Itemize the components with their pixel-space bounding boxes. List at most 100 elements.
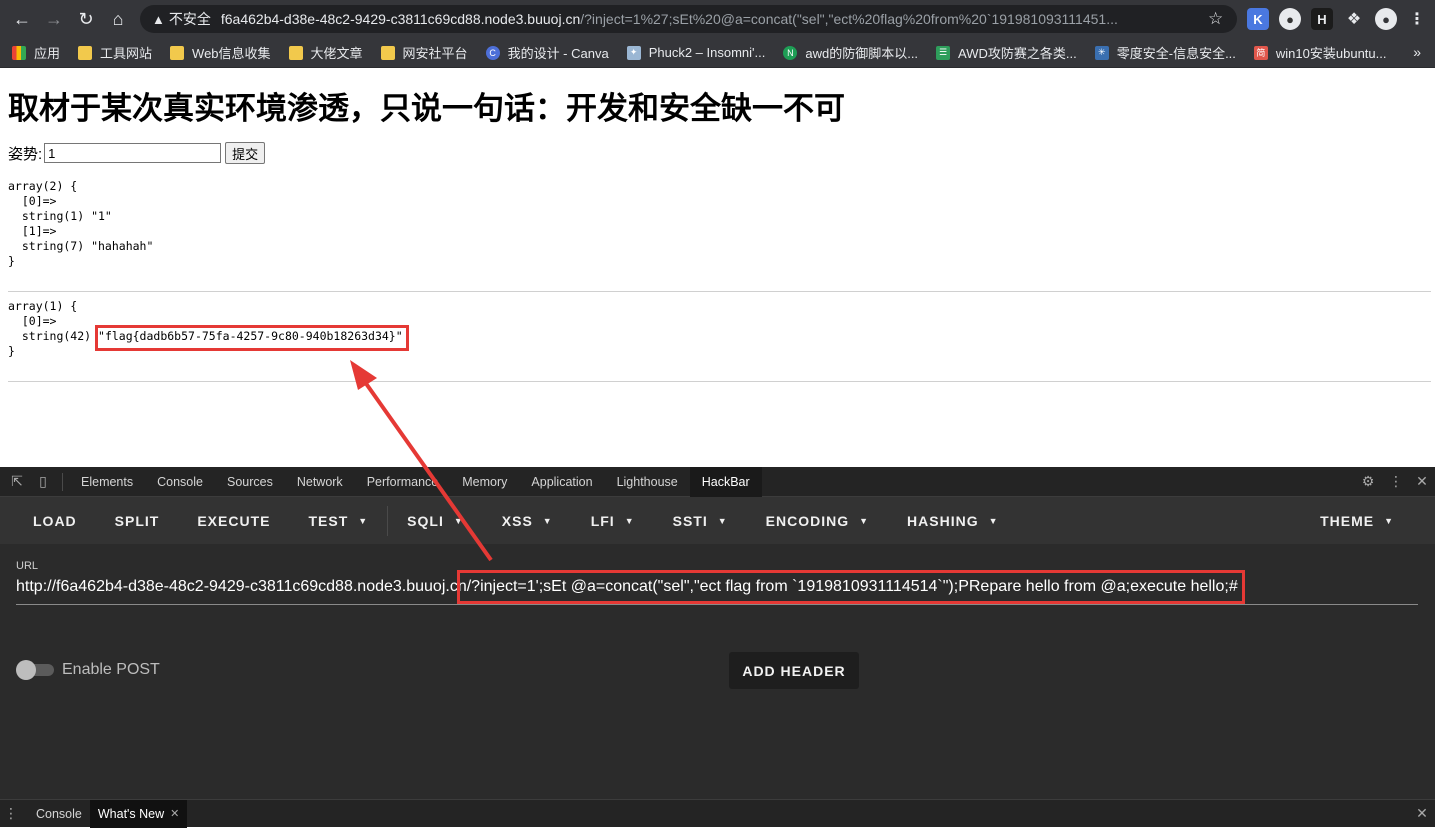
- inspect-element-icon[interactable]: ⇱: [4, 473, 30, 490]
- caret-down-icon: ▼: [453, 515, 464, 526]
- home-icon[interactable]: ⌂: [102, 0, 134, 38]
- menu-kebab-icon[interactable]: ⋮: [1406, 8, 1428, 30]
- devtools-panel: ⇱ ▯ Elements Console Sources Network Per…: [0, 466, 1435, 828]
- menu-label: LOAD: [33, 512, 77, 529]
- caret-down-icon: ▼: [542, 515, 553, 526]
- close-tab-icon[interactable]: ✕: [170, 807, 179, 820]
- folder-icon: [78, 45, 93, 60]
- tab-hackbar[interactable]: HackBar: [689, 466, 762, 497]
- extension-cat-icon[interactable]: ●: [1279, 8, 1301, 30]
- back-icon[interactable]: ←: [6, 0, 38, 38]
- hackbar-theme-dropdown[interactable]: THEME ▼: [1301, 497, 1413, 544]
- menu-label: SPLIT: [114, 512, 160, 529]
- drawer-tab-whats-new[interactable]: What's New ✕: [89, 799, 188, 828]
- bookmark-item[interactable]: 应用: [12, 43, 60, 62]
- hackbar-lfi-dropdown[interactable]: LFI ▼: [572, 513, 654, 529]
- menu-label: SQLI: [407, 512, 444, 529]
- submit-button[interactable]: 提交: [225, 142, 266, 164]
- drawer-menu-icon[interactable]: ⋮: [0, 805, 22, 822]
- hackbar-ssti-dropdown[interactable]: SSTI ▼: [654, 513, 747, 529]
- folder-icon: [170, 45, 185, 60]
- bookmark-label: Web信息收集: [192, 46, 271, 61]
- bookmark-item[interactable]: 网安社平台: [380, 43, 468, 62]
- page-content: 取材于某次真实环境渗透，只说一句话：开发和安全缺一不可 姿势: 提交 array…: [0, 69, 1435, 467]
- enable-post-label: Enable POST: [62, 661, 160, 678]
- menu-label: THEME: [1320, 512, 1375, 529]
- bookmark-star-icon[interactable]: ☆: [1208, 9, 1223, 29]
- bookmark-item[interactable]: ✦ Phuck2 – Insomni'...: [626, 45, 766, 60]
- close-drawer-icon[interactable]: ✕: [1409, 805, 1435, 822]
- hackbar-hashing-dropdown[interactable]: HASHING ▼: [888, 513, 1017, 529]
- divider: [8, 291, 1431, 292]
- devtools-drawer: ⋮ Console What's New ✕ ✕: [0, 799, 1435, 828]
- devtools-tab-bar: ⇱ ▯ Elements Console Sources Network Per…: [0, 466, 1435, 497]
- hackbar-menu: LOAD SPLIT EXECUTE TEST ▼ SQLI ▼ XSS ▼ LFI ▼…: [0, 497, 1435, 544]
- output2-head: array(1) { [0]=> string(42): [8, 299, 92, 343]
- more-bookmarks-icon[interactable]: »: [1413, 44, 1421, 60]
- extensions-puzzle-icon[interactable]: ❖: [1343, 8, 1365, 30]
- bookmark-item[interactable]: Web信息收集: [170, 43, 271, 62]
- inject-input[interactable]: [44, 143, 222, 163]
- divider: [8, 381, 1431, 382]
- flag-highlight-box: [95, 325, 409, 351]
- devtools-menu-icon[interactable]: ⋮: [1383, 473, 1409, 490]
- bookmark-label: 网安社平台: [402, 46, 468, 61]
- query-output-1: array(2) { [0]=> string(1) "1" [1]=> str…: [8, 179, 154, 268]
- enable-post-toggle[interactable]: [16, 660, 54, 680]
- hackbar-xss-dropdown[interactable]: XSS ▼: [483, 513, 572, 529]
- hackbar-sqli-dropdown[interactable]: SQLI ▼: [388, 513, 483, 529]
- output2-tail: }: [8, 344, 15, 358]
- bookmark-label: Phuck2 – Insomni'...: [648, 45, 766, 60]
- tab-application[interactable]: Application: [519, 467, 604, 497]
- bookmark-item[interactable]: ☰ AWD攻防赛之各类...: [936, 43, 1077, 62]
- tab-console[interactable]: Console: [145, 467, 215, 497]
- tab-performance[interactable]: Performance: [355, 467, 451, 497]
- drawer-tab-console[interactable]: Console: [22, 800, 90, 828]
- hackbar-load-button[interactable]: LOAD: [14, 513, 96, 529]
- bookmark-label: 应用: [34, 46, 61, 61]
- tab-memory[interactable]: Memory: [450, 467, 519, 497]
- tab-lighthouse[interactable]: Lighthouse: [605, 467, 690, 497]
- settings-gear-icon[interactable]: ⚙: [1355, 473, 1381, 490]
- bookmark-item[interactable]: 工具网站: [78, 43, 152, 62]
- caret-down-icon: ▼: [1384, 515, 1394, 526]
- menu-label: XSS: [501, 512, 533, 529]
- caret-down-icon: ▼: [717, 515, 728, 526]
- hackbar-execute-button[interactable]: EXECUTE: [178, 513, 289, 529]
- hackbar-split-button[interactable]: SPLIT: [96, 513, 179, 529]
- drawer-tab-label: What's New: [97, 806, 165, 821]
- folder-icon: [288, 45, 303, 60]
- hackbar-test-dropdown[interactable]: TEST ▼: [289, 513, 387, 529]
- bookmark-item[interactable]: 大佬文章: [288, 43, 363, 62]
- bookmark-item[interactable]: C 我的设计 - Canva: [485, 43, 609, 62]
- reload-icon[interactable]: ↻: [70, 0, 102, 38]
- add-header-button[interactable]: ADD HEADER: [729, 652, 859, 689]
- extension-k-icon[interactable]: K: [1247, 8, 1269, 30]
- bookmark-item[interactable]: 简 win10安装ubuntu...: [1253, 43, 1386, 62]
- bookmark-item[interactable]: N awd的防御脚本以...: [783, 43, 918, 62]
- menu-label: SSTI: [672, 512, 708, 529]
- payload-highlight-box: [457, 570, 1245, 604]
- insecure-label: 不安全: [168, 11, 211, 27]
- menu-label: EXECUTE: [197, 512, 271, 529]
- close-devtools-icon[interactable]: ✕: [1409, 473, 1435, 490]
- tab-network[interactable]: Network: [285, 467, 355, 497]
- tab-sources[interactable]: Sources: [215, 467, 285, 497]
- bookmark-item[interactable]: ✳ 零度安全-信息安全...: [1094, 43, 1236, 62]
- apps-grid-icon: [12, 45, 26, 60]
- forward-icon[interactable]: →: [38, 0, 70, 38]
- bookmarks-bar: 应用 工具网站 Web信息收集 大佬文章 网安社平台 C 我的设计 - Canv…: [0, 38, 1435, 68]
- address-bar[interactable]: ▲ 不安全 f6a462b4-d38e-48c2-9429-c3811c69cd…: [140, 5, 1237, 33]
- form-label: 姿势:: [8, 145, 43, 163]
- bookmark-label: 我的设计 - Canva: [507, 46, 609, 61]
- device-toolbar-icon[interactable]: ▯: [30, 473, 56, 490]
- profile-avatar-icon[interactable]: ●: [1375, 8, 1397, 30]
- hackbar-encoding-dropdown[interactable]: ENCODING ▼: [747, 513, 888, 529]
- bars-icon: ☰: [936, 45, 951, 60]
- tab-elements[interactable]: Elements: [69, 467, 145, 497]
- extension-h-icon[interactable]: H: [1311, 8, 1333, 30]
- url-label: URL: [16, 560, 39, 572]
- warning-icon: ▲: [152, 11, 165, 27]
- bookmark-label: 大佬文章: [310, 46, 363, 61]
- url-path: /?inject=1%27;sEt%20@a=concat("sel","ect…: [580, 11, 1118, 27]
